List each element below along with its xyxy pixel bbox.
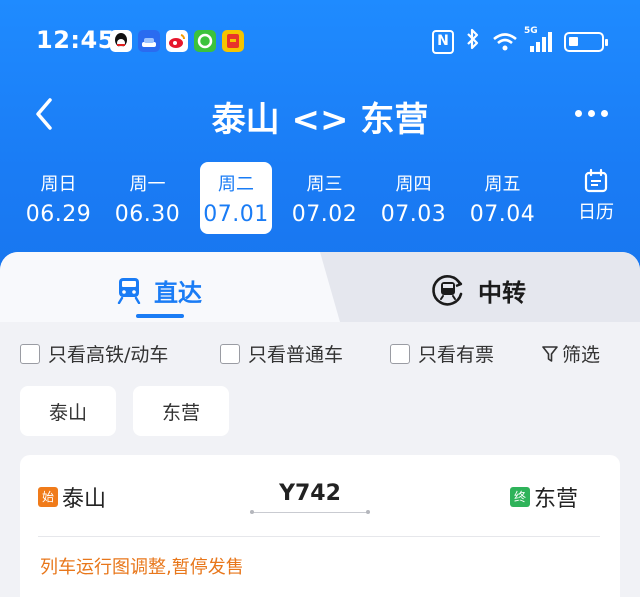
date-tab-0701-selected[interactable]: 周二 07.01 xyxy=(200,162,272,234)
departure-station-name: 泰山 xyxy=(62,487,107,512)
notification-icons xyxy=(110,30,244,52)
tab-direct-label: 直达 xyxy=(154,278,202,307)
train-icon xyxy=(117,278,141,304)
checkbox-label: 只看高铁/动车 xyxy=(48,344,169,366)
date-tab-0630[interactable]: 周一 06.30 xyxy=(103,162,192,234)
date-tab-0704[interactable]: 周五 07.04 xyxy=(458,162,547,234)
date-value: 06.30 xyxy=(114,202,181,227)
card-divider xyxy=(38,536,600,537)
signal-icon xyxy=(530,31,552,52)
checkbox-box xyxy=(390,343,410,364)
dot-icon xyxy=(575,110,582,117)
filter-icon xyxy=(542,345,558,362)
car-app-icon xyxy=(138,30,160,52)
checkbox-label: 只看有票 xyxy=(418,344,495,366)
date-weekday: 周一 xyxy=(129,174,166,195)
date-weekday: 周二 xyxy=(218,174,254,195)
checkbox-box xyxy=(220,343,240,364)
date-value: 07.02 xyxy=(291,202,358,227)
transfer-train-icon xyxy=(432,275,463,306)
filter-button[interactable]: 筛选 xyxy=(542,340,600,367)
green-app-icon xyxy=(194,30,216,52)
available-tickets-only-checkbox[interactable]: 只看有票 xyxy=(390,340,494,367)
date-value: 07.04 xyxy=(469,202,536,227)
dot-icon xyxy=(601,110,608,117)
wifi-icon xyxy=(492,32,518,52)
dot-icon xyxy=(588,110,595,117)
calendar-button[interactable]: 日历 xyxy=(568,168,624,224)
regular-train-only-checkbox[interactable]: 只看普通车 xyxy=(220,340,343,367)
sale-suspended-notice: 列车运行图调整,暂停发售 xyxy=(40,557,244,578)
date-tab-0703[interactable]: 周四 07.03 xyxy=(369,162,458,234)
tab-transfer[interactable]: 中转 xyxy=(430,270,526,310)
calendar-label: 日历 xyxy=(578,202,614,223)
tab-direct[interactable]: 直达 xyxy=(116,270,202,310)
calendar-icon xyxy=(584,168,608,193)
active-tab-indicator xyxy=(136,314,184,318)
high-speed-only-checkbox[interactable]: 只看高铁/动车 xyxy=(20,340,168,367)
arrival-station-name: 东营 xyxy=(534,487,579,512)
date-value: 07.01 xyxy=(203,202,269,227)
date-value: 06.29 xyxy=(25,202,92,227)
date-tab-0702[interactable]: 周三 07.02 xyxy=(280,162,369,234)
date-value: 07.03 xyxy=(380,202,447,227)
weibo-icon xyxy=(166,30,188,52)
station-chip-label: 泰山 xyxy=(48,401,87,424)
station-chip-to[interactable]: 东营 xyxy=(133,386,229,436)
departure-station: 始 泰山 xyxy=(38,481,106,513)
start-station-tag: 始 xyxy=(38,487,58,507)
filter-label: 筛选 xyxy=(562,344,601,366)
battery-icon xyxy=(564,31,608,52)
filter-bar: 只看高铁/动车 只看普通车 只看有票 筛选 xyxy=(20,340,620,366)
end-station-tag: 终 xyxy=(510,487,530,507)
date-strip: 周日 06.29 周一 06.30 周二 07.01 周三 07.02 周四 0… xyxy=(14,162,547,234)
tab-transfer-label: 中转 xyxy=(478,278,526,307)
status-time: 12:45 xyxy=(36,26,115,54)
date-weekday: 周日 xyxy=(40,174,77,195)
date-weekday: 周四 xyxy=(395,174,432,195)
red-app-icon xyxy=(222,30,244,52)
arrival-station: 终 东营 xyxy=(510,481,578,513)
checkbox-box xyxy=(20,343,40,364)
page-title: 泰山 <> 东营 xyxy=(211,100,429,140)
status-bar: 12:45 5G N xyxy=(0,24,640,60)
qq-icon xyxy=(110,30,132,52)
nfc-icon: N xyxy=(432,29,454,54)
bluetooth-icon xyxy=(466,28,480,55)
checkbox-label: 只看普通车 xyxy=(248,344,344,366)
date-weekday: 周五 xyxy=(484,174,521,195)
date-tab-0629[interactable]: 周日 06.29 xyxy=(14,162,103,234)
train-card[interactable]: 始 泰山 Y742 终 东营 列车运行图调整,暂停发售 xyxy=(20,455,620,597)
train-number: Y742 xyxy=(279,481,341,506)
station-chip-label: 东营 xyxy=(161,401,200,424)
date-weekday: 周三 xyxy=(306,174,343,195)
route-line xyxy=(250,510,370,514)
station-chip-from[interactable]: 泰山 xyxy=(20,386,116,436)
more-options-button[interactable] xyxy=(575,110,608,117)
